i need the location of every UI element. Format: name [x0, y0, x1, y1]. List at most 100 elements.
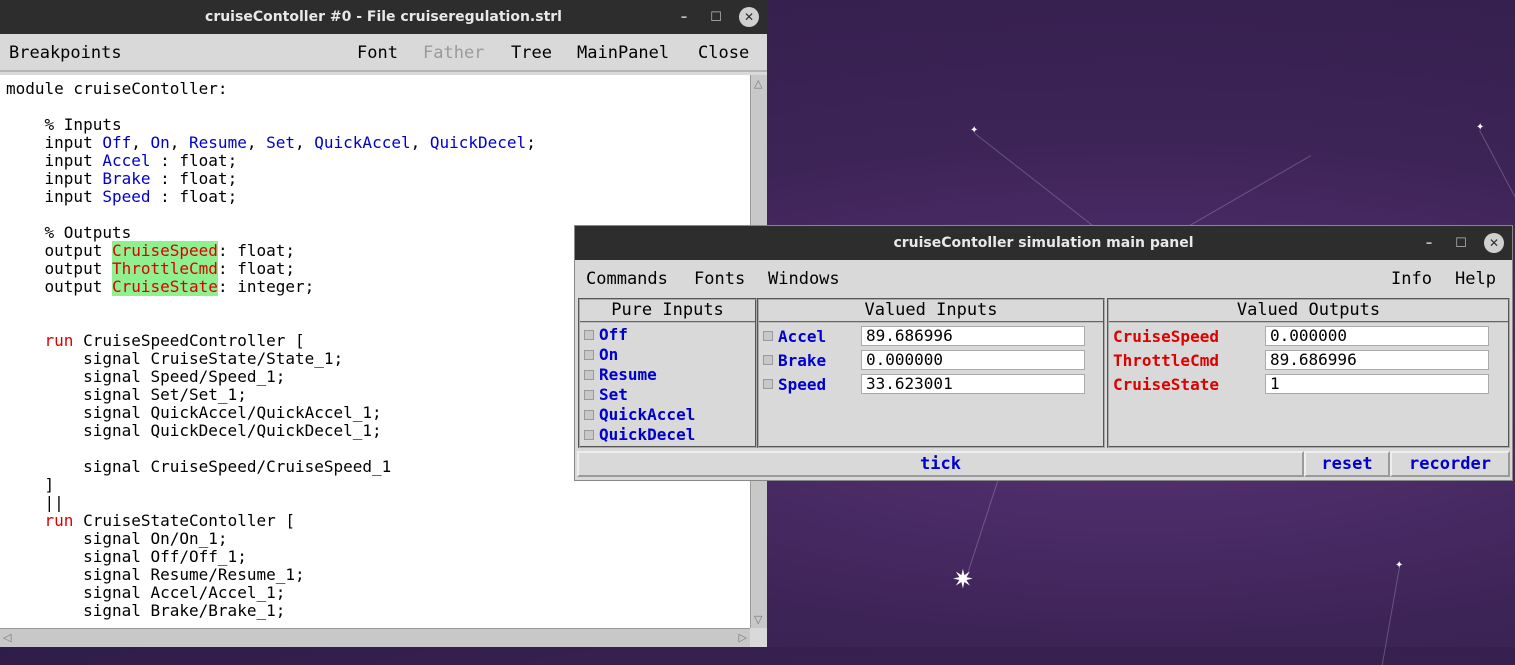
- minimize-icon[interactable]: –: [672, 0, 696, 34]
- pure-input-on[interactable]: On: [584, 345, 618, 364]
- scroll-down-icon[interactable]: ▽: [754, 613, 762, 626]
- code-line: input Off, On, Resume, Set, QuickAccel, …: [6, 133, 536, 152]
- code-line: signal Off/Off_1;: [6, 547, 247, 566]
- scroll-left-icon[interactable]: ◁: [3, 631, 11, 644]
- code-line: signal On/On_1;: [6, 529, 228, 548]
- cruisestate-value-field: 1: [1265, 374, 1489, 394]
- close-window-button[interactable]: ✕: [1482, 226, 1506, 260]
- window-title: cruiseContoller #0 - File cruiseregulati…: [205, 9, 562, 25]
- pure-input-set[interactable]: Set: [584, 385, 628, 404]
- checkbox-icon[interactable]: [584, 389, 594, 400]
- cruisespeed-value-field: 0.000000: [1265, 326, 1489, 346]
- checkbox-icon[interactable]: [584, 409, 594, 420]
- code-line: signal CruiseState/State_1;: [6, 349, 344, 368]
- pure-input-quickaccel[interactable]: QuickAccel: [584, 405, 695, 424]
- tick-button[interactable]: tick: [577, 451, 1304, 477]
- code-line: run CruiseStateContoller [: [44, 511, 295, 530]
- menu-fonts[interactable]: Fonts: [694, 269, 745, 289]
- panel-menubar: Commands Fonts Windows Info Help: [575, 260, 1512, 296]
- editor-menubar: Breakpoints Font Father Tree MainPanel C…: [0, 34, 767, 72]
- code-line: signal Accel/Accel_1;: [6, 583, 286, 602]
- star-icon: ✦: [1395, 560, 1404, 571]
- input-label: Speed: [778, 374, 827, 394]
- code-line: run CruiseSpeedController [: [44, 331, 305, 350]
- accel-value-field[interactable]: 89.686996: [861, 326, 1085, 346]
- maximize-icon[interactable]: ☐: [1449, 226, 1473, 260]
- checkbox-icon[interactable]: [584, 369, 594, 380]
- checkbox-icon[interactable]: [584, 349, 594, 360]
- code-line: ]: [6, 475, 55, 494]
- menu-windows[interactable]: Windows: [768, 269, 840, 289]
- menu-tree[interactable]: Tree: [511, 43, 552, 63]
- pure-input-off[interactable]: Off: [584, 325, 628, 344]
- code-line: input Speed : float;: [6, 187, 238, 206]
- code-line: input Brake : float;: [6, 169, 238, 188]
- code-line: signal Set/Set_1;: [6, 385, 247, 404]
- code-line: output CruiseState: integer;: [6, 277, 315, 296]
- menu-mainpanel[interactable]: MainPanel: [577, 43, 669, 63]
- horizontal-scrollbar[interactable]: ◁ ▷: [0, 628, 750, 647]
- panel-titlebar[interactable]: cruiseContoller simulation main panel – …: [575, 226, 1512, 260]
- code-line: output ThrottleCmd: float;: [6, 259, 295, 278]
- code-line: signal CruiseSpeed/CruiseSpeed_1: [6, 457, 392, 476]
- close-icon: ✕: [739, 7, 759, 27]
- constellation-line: [965, 465, 1004, 581]
- menu-breakpoints[interactable]: Breakpoints: [9, 43, 122, 63]
- pure-input-resume[interactable]: Resume: [584, 365, 657, 384]
- checkbox-icon[interactable]: [763, 331, 773, 341]
- pure-input-quickdecel[interactable]: QuickDecel: [584, 425, 695, 444]
- code-line: output CruiseSpeed: float;: [6, 241, 295, 260]
- editor-titlebar[interactable]: cruiseContoller #0 - File cruiseregulati…: [0, 0, 767, 34]
- checkbox-icon[interactable]: [584, 429, 594, 440]
- output-label: CruiseSpeed: [1113, 326, 1219, 346]
- brake-value-field[interactable]: 0.000000: [861, 350, 1085, 370]
- output-label: CruiseState: [1113, 374, 1219, 394]
- code-line: input Accel : float;: [6, 151, 238, 170]
- checkbox-icon[interactable]: [763, 379, 773, 389]
- throttlecmd-value-field: 89.686996: [1265, 350, 1489, 370]
- speed-value-field[interactable]: 33.623001: [861, 374, 1085, 394]
- input-label: Brake: [778, 350, 827, 370]
- constellation-line: [1479, 130, 1515, 237]
- code-line: signal Brake/Brake_1;: [6, 601, 286, 620]
- code-line: ||: [6, 493, 64, 512]
- code-comment: % Inputs: [6, 115, 122, 134]
- simulation-panel-window: cruiseContoller simulation main panel – …: [574, 225, 1513, 481]
- valued-outputs-header: Valued Outputs: [1109, 300, 1508, 323]
- menu-font[interactable]: Font: [357, 43, 398, 63]
- constellation-line: [1381, 566, 1400, 665]
- star-icon: ✦: [970, 125, 979, 136]
- pure-inputs-header: Pure Inputs: [580, 300, 755, 323]
- valued-inputs-header: Valued Inputs: [759, 300, 1103, 323]
- reset-button[interactable]: reset: [1304, 451, 1390, 477]
- valued-output-cruisespeed: CruiseSpeed 0.000000: [1113, 325, 1502, 347]
- maximize-icon[interactable]: ☐: [704, 0, 728, 34]
- recorder-button[interactable]: recorder: [1390, 451, 1510, 477]
- pure-inputs-group: Pure Inputs Off On Resume Set QuickAccel…: [578, 298, 757, 448]
- checkbox-icon[interactable]: [584, 329, 594, 340]
- menu-info[interactable]: Info: [1391, 269, 1432, 289]
- valued-input-brake: Brake 0.000000: [763, 349, 1097, 371]
- star-icon: ✦: [1476, 122, 1485, 133]
- code-line: module cruiseContoller:: [6, 79, 228, 98]
- valued-outputs-group: Valued Outputs CruiseSpeed 0.000000 Thro…: [1107, 298, 1510, 448]
- menu-help[interactable]: Help: [1455, 269, 1496, 289]
- close-window-button[interactable]: ✕: [737, 0, 761, 34]
- menu-father: Father: [423, 43, 485, 63]
- star-icon: ✷: [952, 565, 974, 595]
- input-label: Accel: [778, 326, 827, 346]
- code-line: signal Speed/Speed_1;: [6, 367, 286, 386]
- menu-commands[interactable]: Commands: [586, 269, 668, 289]
- scroll-up-icon[interactable]: △: [754, 77, 762, 90]
- code-line: signal QuickAccel/QuickAccel_1;: [6, 403, 382, 422]
- valued-inputs-group: Valued Inputs Accel 89.686996 Brake 0.00…: [757, 298, 1105, 448]
- valued-output-cruisestate: CruiseState 1: [1113, 373, 1502, 395]
- menu-close[interactable]: Close: [698, 43, 749, 63]
- output-label: ThrottleCmd: [1113, 350, 1219, 370]
- code-line: signal Resume/Resume_1;: [6, 565, 305, 584]
- valued-input-accel: Accel 89.686996: [763, 325, 1097, 347]
- checkbox-icon[interactable]: [763, 355, 773, 365]
- valued-input-speed: Speed 33.623001: [763, 373, 1097, 395]
- minimize-icon[interactable]: –: [1417, 226, 1441, 260]
- scroll-right-icon[interactable]: ▷: [739, 631, 747, 644]
